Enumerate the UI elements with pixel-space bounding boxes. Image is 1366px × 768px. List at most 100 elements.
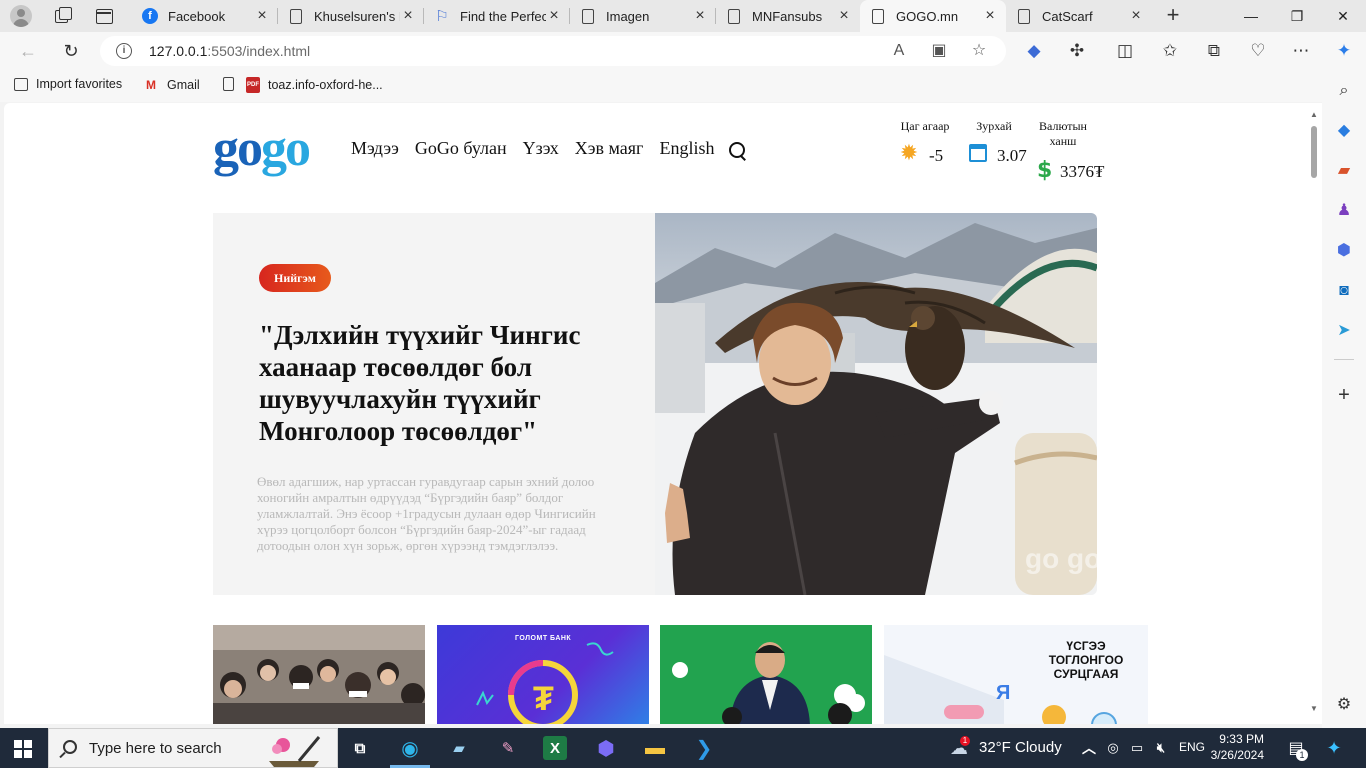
search-icon[interactable]: [729, 142, 747, 160]
thumbnail-game-promo[interactable]: ҮСГЭЭ ТОГЛОНГОО СУРЦГААЯ Я: [884, 625, 1148, 724]
scroll-down-arrow-icon[interactable]: ▼: [1310, 704, 1318, 713]
sidebar-copilot-icon[interactable]: ⬢: [1334, 241, 1354, 261]
hero-headline[interactable]: "Дэлхийн түүхийг Чингис хаанаар төсөөлдө…: [259, 319, 629, 447]
tab-close-icon[interactable]: ×: [982, 8, 998, 24]
horoscope-label[interactable]: Зурхай: [968, 119, 1020, 134]
tab-close-icon[interactable]: ×: [1128, 8, 1144, 24]
restore-icon[interactable]: ❐: [1274, 0, 1320, 32]
taskbar-date[interactable]: 3/26/2024: [1206, 748, 1264, 762]
favorites-item-gmail[interactable]: M Gmail: [143, 77, 200, 93]
currency-value: 3376₮: [1060, 162, 1105, 181]
url-host: 127.0.0.1: [149, 43, 208, 59]
paint-icon[interactable]: ✎: [494, 734, 522, 762]
language-indicator[interactable]: ENG: [1179, 740, 1205, 754]
tab-actions-icon[interactable]: [94, 6, 114, 26]
close-window-icon[interactable]: ✕: [1320, 0, 1366, 32]
copilot-icon[interactable]: ✦: [1333, 40, 1355, 62]
tab-close-icon[interactable]: ×: [836, 8, 852, 24]
scroll-up-arrow-icon[interactable]: ▲: [1310, 110, 1318, 119]
minimize-icon[interactable]: —: [1228, 0, 1274, 32]
horoscope-value: 3.07: [997, 146, 1027, 165]
menu-item-style[interactable]: Хэв маяг: [575, 138, 644, 159]
menu-item-gogo-corner[interactable]: GoGo булан: [415, 138, 507, 159]
gogo-logo[interactable]: gogo: [213, 123, 311, 175]
notepad-icon[interactable]: ▰: [445, 734, 473, 762]
sidebar-tools-icon[interactable]: ▰: [1334, 161, 1354, 181]
tab-title: GOGO.mn: [896, 8, 959, 24]
tab-gogo[interactable]: GOGO.mn ×: [860, 0, 1006, 32]
eagle-hunter-illustration: go go: [655, 223, 1097, 595]
tab-khuselsuren[interactable]: Khuselsuren's P ×: [278, 0, 424, 32]
file-explorer-icon[interactable]: ▬: [641, 734, 669, 762]
edge-sidebar: ⌕ ◆ ▰ ♟ ⬢ ◙ ➤ + ⚙: [1322, 70, 1366, 728]
tab-facebook[interactable]: f Facebook ×: [132, 0, 278, 32]
thumbnail-green-stage[interactable]: [660, 625, 872, 724]
scroll-thumb[interactable]: [1311, 126, 1317, 178]
browser-essentials-icon[interactable]: ♡: [1247, 40, 1269, 62]
workspaces-icon[interactable]: [52, 6, 72, 26]
windows-start-icon[interactable]: [14, 740, 32, 758]
volume-muted-icon[interactable]: 🔇︎: [1147, 734, 1175, 762]
copilot-app-icon[interactable]: ⬢: [592, 734, 620, 762]
collections-icon[interactable]: ⧉: [1203, 40, 1225, 62]
tab-mnfansubs[interactable]: MNFansubs ×: [716, 0, 860, 32]
favorite-star-icon[interactable]: ☆: [969, 41, 989, 61]
menu-item-news[interactable]: Мэдээ: [351, 138, 399, 159]
favorites-bar: Import favorites M Gmail PDF toaz.info-o…: [0, 70, 1366, 102]
thumbnail-golomt-bank[interactable]: ГОЛОМТ БАНК ₮: [437, 625, 649, 724]
category-badge[interactable]: Нийгэм: [259, 264, 331, 292]
address-bar[interactable]: i 127.0.0.1:5503/index.html A ▣ ☆: [100, 36, 1006, 66]
calendar-icon[interactable]: [969, 144, 987, 162]
tab-catscarf[interactable]: CatScarf ×: [1006, 0, 1152, 32]
reload-icon[interactable]: ↻: [60, 40, 82, 62]
favorites-item-doc[interactable]: [223, 77, 248, 91]
extensions-puzzle-icon[interactable]: ✣: [1066, 40, 1088, 62]
svg-text:Я: Я: [996, 682, 1010, 704]
vscode-icon[interactable]: ❯: [690, 734, 718, 762]
info-icon[interactable]: i: [116, 43, 132, 59]
split-screen-icon[interactable]: ◫: [1114, 40, 1136, 62]
tab-imagen[interactable]: Imagen ×: [570, 0, 716, 32]
sidebar-add-icon[interactable]: +: [1334, 385, 1354, 405]
menu-item-watch[interactable]: Үзэх: [523, 138, 559, 159]
hero-article[interactable]: Нийгэм "Дэлхийн түүхийг Чингис хаанаар т…: [213, 213, 1097, 595]
profile-avatar-icon[interactable]: [10, 5, 32, 27]
hero-text-panel: Нийгэм "Дэлхийн түүхийг Чингис хаанаар т…: [213, 213, 655, 595]
gmail-icon: M: [146, 78, 156, 92]
new-tab-plus-icon[interactable]: +: [1162, 4, 1184, 27]
taskbar-search-box[interactable]: Type here to search: [48, 728, 338, 768]
weather-value: -5: [929, 146, 944, 165]
sidebar-settings-gear-icon[interactable]: ⚙: [1334, 695, 1354, 715]
url-text[interactable]: 127.0.0.1:5503/index.html: [149, 43, 310, 59]
favorites-icon[interactable]: ✩: [1159, 40, 1181, 62]
edge-browser-icon[interactable]: ◉: [396, 734, 424, 762]
sidebar-divider: [1334, 359, 1354, 360]
more-menu-icon[interactable]: ⋯: [1290, 40, 1312, 62]
copilot-extension-icon[interactable]: ◆: [1023, 40, 1045, 62]
task-view-icon[interactable]: ⧉: [346, 734, 374, 762]
sidebar-search-icon[interactable]: ⌕: [1334, 81, 1354, 101]
green-stage-illustration: [660, 625, 872, 724]
immersive-reader-icon[interactable]: ▣: [929, 41, 949, 61]
sidebar-send-icon[interactable]: ➤: [1334, 321, 1354, 341]
back-arrow-icon[interactable]: ←: [17, 40, 39, 62]
taskbar-weather[interactable]: 32°F Cloudy: [979, 739, 1062, 756]
tab-find-perfect[interactable]: ⚐ Find the Perfect ×: [424, 0, 570, 32]
sidebar-outlook-icon[interactable]: ◙: [1334, 281, 1354, 301]
excel-icon[interactable]: X: [543, 736, 567, 760]
tab-close-icon[interactable]: ×: [400, 8, 416, 24]
tab-close-icon[interactable]: ×: [254, 8, 270, 24]
tab-close-icon[interactable]: ×: [546, 8, 562, 24]
sidebar-games-icon[interactable]: ♟: [1334, 201, 1354, 221]
page-scrollbar[interactable]: ▲ ▼: [1308, 104, 1321, 721]
copilot-preview-icon[interactable]: ✦: [1320, 734, 1348, 762]
favorites-item-pdf[interactable]: PDF toaz.info-oxford-he...: [246, 77, 383, 93]
favorites-item-import[interactable]: Import favorites: [14, 77, 122, 91]
hero-photo-eagle-hunter[interactable]: go go: [655, 213, 1097, 595]
taskbar-time[interactable]: 9:33 PM: [1208, 732, 1264, 746]
menu-item-english[interactable]: English: [659, 138, 714, 159]
read-aloud-icon[interactable]: A: [889, 41, 909, 61]
tab-close-icon[interactable]: ×: [692, 8, 708, 24]
thumbnail-conference-audience[interactable]: [213, 625, 425, 724]
sidebar-shopping-tag-icon[interactable]: ◆: [1334, 121, 1354, 141]
